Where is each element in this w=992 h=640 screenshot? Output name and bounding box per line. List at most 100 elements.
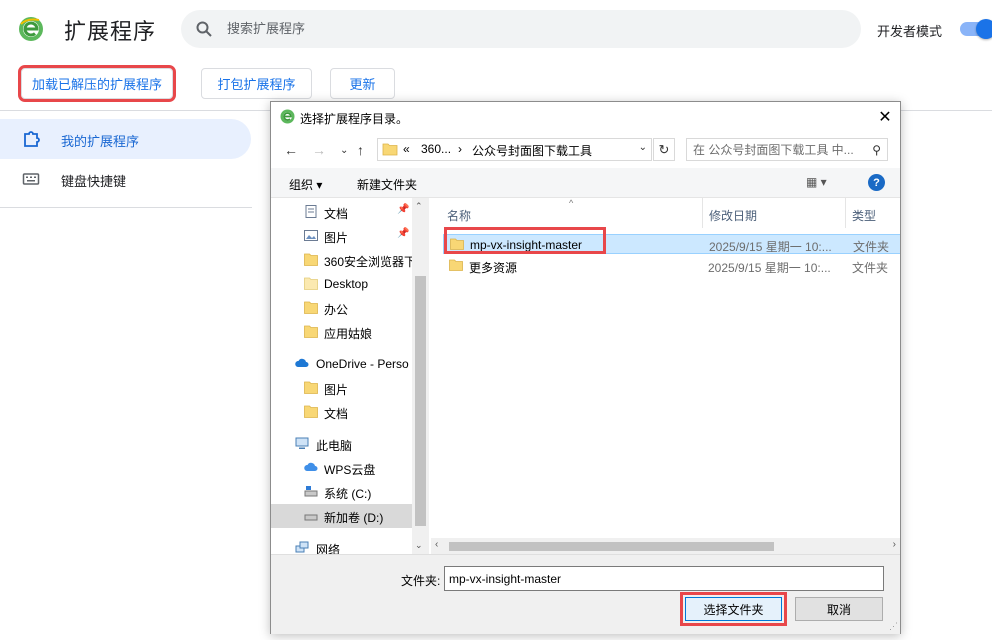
folder-search-box[interactable]: ⚲ [686,138,888,161]
tree-item-label: OneDrive - Perso [316,357,409,371]
tree-item-onedrive[interactable]: OneDrive - Perso [271,352,416,376]
breadcrumb-current[interactable]: 公众号封面图下载工具 [472,142,592,159]
file-type: 文件夹 [853,240,890,254]
dialog-title: 选择扩展程序目录。 [300,112,409,126]
new-folder-button[interactable]: 新建文件夹 [357,176,417,193]
folder-name-input[interactable] [444,566,884,591]
folder-icon [304,381,318,394]
sidebar-item-label: 键盘快捷键 [61,175,127,190]
tree-item-drive-c[interactable]: 系统 (C:) [271,480,416,504]
computer-icon [295,437,309,449]
tree-item-office[interactable]: 办公 [271,296,416,320]
folder-icon [304,253,318,266]
pack-extension-button[interactable]: 打包扩展程序 [201,68,312,99]
drive-icon [304,514,318,521]
sidebar-item-my-extensions[interactable]: 我的扩展程序 [0,119,251,159]
help-icon[interactable]: ? [868,174,885,191]
tree-item-app-folder[interactable]: 应用姑娘 [271,320,416,344]
refresh-button[interactable]: ↻ [653,138,675,161]
close-button[interactable]: ✕ [870,102,900,132]
folder-icon [304,325,318,338]
column-header-name[interactable]: 名称 [429,198,703,228]
file-date: 2025/9/15 星期一 10:... [709,240,832,254]
tree-item-onedrive-documents[interactable]: 文档 [271,400,416,424]
tree-item-pictures[interactable]: 图片 📌 [271,224,416,248]
pin-icon: 📌 [397,204,410,215]
select-folder-dialog: 选择扩展程序目录。 ✕ ← → ⌄ ↑ « 360... › 公众号封面图下载工… [270,101,901,634]
file-date: 2025/9/15 星期一 10:... [708,261,831,275]
sidebar-item-keyboard-shortcuts[interactable]: 键盘快捷键 [0,159,251,199]
tree-item-label: 图片 [324,231,349,245]
search-icon [196,21,212,37]
command-bar: 组织 ▾ 新建文件夹 ▦ ▾ ? [271,168,900,198]
keyboard-icon [22,173,40,185]
extension-search-input[interactable] [227,10,827,48]
tree-item-this-pc[interactable]: 此电脑 [271,432,416,456]
scroll-down-icon[interactable]: ⌄ [415,540,423,551]
forward-arrow-icon[interactable]: → [312,142,326,158]
extension-search-box[interactable] [181,10,861,48]
breadcrumb-parent[interactable]: 360... [421,142,451,156]
address-dropdown-icon[interactable]: ⌄ [639,142,647,153]
column-header-type[interactable]: 类型 [846,198,900,228]
tree-item-documents[interactable]: 文档 📌 [271,200,416,224]
organize-menu[interactable]: 组织 ▾ [289,176,322,193]
tree-item-label: 办公 [324,303,349,317]
file-list-hscrollbar[interactable]: ‹ › [431,538,900,554]
address-bar[interactable]: « 360... › 公众号封面图下载工具 ⌄ [377,138,652,161]
sidebar-divider [0,207,252,208]
folder-search-input[interactable] [693,139,863,160]
view-options-icon[interactable]: ▦ ▾ [806,175,827,189]
cloud-icon [295,358,309,367]
tree-scrollbar[interactable]: ⌃ ⌄ [412,198,429,554]
tree-item-wps-cloud[interactable]: WPS云盘 [271,456,416,480]
tree-scroll-thumb[interactable] [415,276,426,526]
dialog-footer: 文件夹: 选择文件夹 取消 ⋰ [271,554,900,634]
table-row[interactable]: 更多资源 2025/9/15 星期一 10:... 文件夹 [443,256,900,276]
page-title: 扩展程序 [64,20,157,45]
sort-ascending-icon: ^ [569,198,574,208]
tree-item-label: 文档 [324,207,349,221]
load-unpacked-button[interactable]: 加载已解压的扩展程序 [18,65,176,102]
dialog-titlebar[interactable]: 选择扩展程序目录。 ✕ [271,102,900,132]
scroll-up-icon[interactable]: ⌃ [415,201,423,212]
tree-item-label: Desktop [324,277,369,291]
tree-item-label: 系统 (C:) [324,487,372,501]
resize-grip-icon[interactable]: ⋰ [889,621,898,632]
folder-icon [304,301,318,314]
breadcrumb-overflow[interactable]: « [403,142,410,156]
scroll-left-icon[interactable]: ‹ [435,539,438,550]
browser-logo-icon [19,17,43,41]
dev-mode-label: 开发者模式 [877,25,943,40]
dev-mode-toggle[interactable] [960,19,992,39]
refresh-icon: ↻ [658,141,670,157]
tree-item-360-browser[interactable]: 360安全浏览器下 [271,248,416,272]
select-folder-button[interactable]: 选择文件夹 [680,592,787,626]
tree-item-onedrive-pictures[interactable]: 图片 [271,376,416,400]
recent-locations-chevron-icon[interactable]: ⌄ [340,145,348,156]
tree-item-drive-d[interactable]: 新加卷 (D:) [271,504,416,528]
puzzle-icon [24,131,40,147]
browser-logo-icon [280,109,295,124]
hscroll-thumb[interactable] [449,542,774,551]
tree-item-label: 360安全浏览器下 [324,255,416,269]
update-button[interactable]: 更新 [330,68,395,99]
network-icon [295,541,309,553]
search-icon: ⚲ [872,143,881,157]
dialog-navigation-bar: ← → ⌄ ↑ « 360... › 公众号封面图下载工具 ⌄ ↻ ⚲ [271,132,900,168]
tree-item-desktop[interactable]: Desktop [271,272,416,296]
tree-item-label: 此电脑 [316,439,353,453]
back-arrow-icon[interactable]: ← [284,142,298,158]
up-arrow-icon[interactable]: ↑ [357,142,364,158]
annotation-highlight-box [444,227,606,254]
cancel-button[interactable]: 取消 [795,597,883,621]
tree-item-network[interactable]: 网络 [271,536,416,554]
tree-item-label: 文档 [324,407,349,421]
scroll-right-icon[interactable]: › [893,539,896,550]
folder-icon [449,259,463,271]
pictures-icon [304,230,318,241]
tree-item-label: WPS云盘 [324,463,376,477]
tree-item-label: 应用姑娘 [324,327,373,341]
column-header-date[interactable]: 修改日期 [703,198,846,228]
tree-item-label: 新加卷 (D:) [324,511,384,525]
